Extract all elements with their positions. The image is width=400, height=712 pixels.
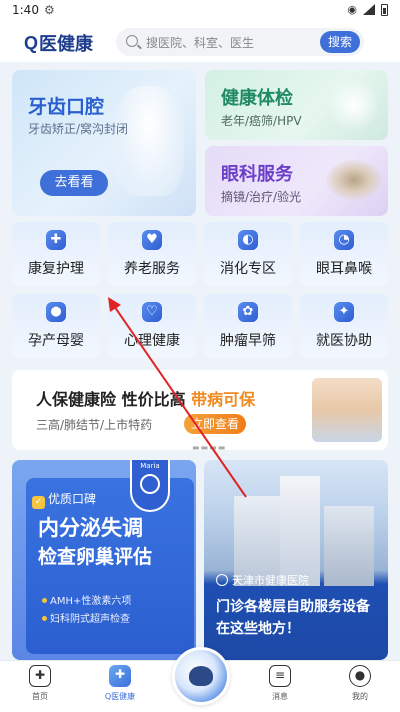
quality-tag-label: 优质口碑 bbox=[48, 492, 97, 506]
carousel-indicator: ▬▬▬▬ bbox=[192, 443, 227, 450]
service-elderly[interactable]: ♥ 养老服务 bbox=[108, 222, 196, 286]
assistant-orb-button[interactable] bbox=[172, 647, 230, 705]
insurance-title-main: 人保健康险 性价比高 bbox=[36, 390, 192, 409]
service-ent[interactable]: ◔ 眼耳鼻喉 bbox=[300, 222, 388, 286]
bullet-dot bbox=[42, 616, 47, 621]
search-bar[interactable]: 搜医院、科室、医生 搜索 bbox=[116, 28, 364, 56]
search-icon bbox=[126, 35, 138, 47]
insurance-subtitle: 三高/肺结节/上市特药 bbox=[36, 418, 153, 432]
badge-logo-icon bbox=[140, 474, 160, 494]
service-label: 孕产母婴 bbox=[28, 333, 84, 349]
badge-text: Maria bbox=[140, 462, 160, 470]
go-see-button[interactable]: 去看看 bbox=[40, 170, 108, 196]
cell-icon: ✿ bbox=[238, 302, 258, 322]
nav-home[interactable]: ✚ 首页 bbox=[10, 665, 70, 702]
insurance-title: 人保健康险 性价比高 带病可保 bbox=[36, 386, 255, 410]
nav-home-label: 首页 bbox=[32, 692, 48, 701]
service-rehab[interactable]: ✚ 康复护理 bbox=[12, 222, 100, 286]
elderly-care-icon: ♥ bbox=[142, 230, 162, 250]
service-oncology[interactable]: ✿ 肿瘤早筛 bbox=[204, 294, 292, 358]
mental-health-icon: ♡ bbox=[142, 302, 162, 322]
nav-q-health[interactable]: ✚ Q医健康 bbox=[90, 665, 150, 702]
bottom-navigation: ✚ 首页 ✚ Q医健康 ≡ 消息 ● 我的 bbox=[0, 647, 400, 712]
eye-icon bbox=[326, 160, 382, 200]
promo-bullet-1: AMH+性激素六项 bbox=[42, 592, 131, 607]
signal-icon bbox=[363, 4, 375, 15]
message-icon: ≡ bbox=[269, 665, 291, 687]
stethoscope-icon bbox=[328, 78, 380, 132]
status-bar: 1:40 ⚙ ◉ bbox=[0, 0, 400, 22]
insurance-title-highlight: 带病可保 bbox=[191, 390, 256, 409]
stomach-icon: ◐ bbox=[238, 230, 258, 250]
dental-subtitle: 牙齿矫正/窝沟封闭 bbox=[28, 122, 129, 136]
checkup-subtitle: 老年/癌筛/HPV bbox=[221, 114, 302, 128]
status-indicators: ◉ bbox=[347, 3, 388, 16]
service-label: 心理健康 bbox=[124, 333, 180, 349]
hospital-name: 天津市健康医院 bbox=[216, 572, 309, 588]
promo-bullet-2-text: 妇科阴式超声检查 bbox=[50, 614, 130, 625]
home-plus-icon: ✚ bbox=[29, 665, 51, 687]
eye-title: 眼科服务 bbox=[221, 164, 293, 185]
service-label: 肿瘤早筛 bbox=[220, 333, 276, 349]
promo-bullet-2: 妇科阴式超声检查 bbox=[42, 610, 130, 625]
promo-bullet-1-text: AMH+性激素六项 bbox=[50, 596, 132, 607]
service-label: 消化专区 bbox=[220, 261, 276, 277]
checkup-card[interactable]: 健康体检 老年/癌筛/HPV bbox=[205, 70, 388, 140]
insurance-banner[interactable]: 人保健康险 性价比高 带病可保 三高/肺结节/上市特药 立即查看 ▬▬▬▬ bbox=[12, 370, 388, 450]
search-button[interactable]: 搜索 bbox=[320, 31, 360, 53]
service-label: 康复护理 bbox=[28, 261, 84, 277]
hospital-name-text: 天津市健康医院 bbox=[232, 574, 309, 587]
service-label: 就医协助 bbox=[316, 333, 372, 349]
dental-title: 牙齿口腔 bbox=[28, 96, 105, 118]
pregnancy-icon: ● bbox=[46, 302, 66, 322]
view-now-button[interactable]: 立即查看 bbox=[184, 414, 246, 434]
app-logo: Q 医健康 bbox=[24, 30, 93, 56]
service-maternity[interactable]: ● 孕产母婴 bbox=[12, 294, 100, 358]
service-label: 养老服务 bbox=[124, 261, 180, 277]
robot-assistant-icon bbox=[189, 666, 213, 686]
settings-status-icon: ⚙ bbox=[44, 3, 55, 17]
hospital-headline-2: 在这些地方！ bbox=[216, 621, 300, 637]
nav-messages[interactable]: ≡ 消息 bbox=[250, 665, 310, 702]
service-digestive[interactable]: ◐ 消化专区 bbox=[204, 222, 292, 286]
hospital-seal-icon bbox=[216, 574, 228, 586]
dental-card[interactable]: 牙齿口腔 牙齿矫正/窝沟封闭 去看看 bbox=[12, 70, 196, 216]
nav-profile-label: 我的 bbox=[352, 692, 368, 701]
eye-card[interactable]: 眼科服务 摘镜/治疗/验光 bbox=[205, 146, 388, 216]
eye-subtitle: 摘镜/治疗/验光 bbox=[221, 190, 302, 204]
nav-q-health-label: Q医健康 bbox=[104, 692, 136, 701]
status-time: 1:40 bbox=[12, 3, 39, 17]
promo-headline-1: 内分泌失调 bbox=[38, 516, 143, 540]
app-header: Q 医健康 搜医院、科室、医生 搜索 bbox=[0, 22, 400, 62]
building-image bbox=[324, 506, 374, 586]
ear-icon: ◔ bbox=[334, 230, 354, 250]
maria-badge: Maria bbox=[130, 460, 170, 512]
endocrine-promo-card[interactable]: Maria ✓ 优质口碑 内分泌失调 检查卵巢评估 AMH+性激素六项 妇科阴式超… bbox=[12, 460, 196, 660]
service-assist[interactable]: ✦ 就医协助 bbox=[300, 294, 388, 358]
location-icon: ◉ bbox=[347, 3, 357, 16]
building-image bbox=[280, 476, 320, 586]
hospital-headline-1: 门诊各楼层自助服务设备 bbox=[216, 599, 370, 615]
service-label: 眼耳鼻喉 bbox=[316, 261, 372, 277]
nav-profile[interactable]: ● 我的 bbox=[330, 665, 390, 702]
handshake-icon: ✦ bbox=[334, 302, 354, 322]
user-icon: ● bbox=[349, 665, 371, 687]
bullet-dot bbox=[42, 598, 47, 603]
quality-tag: ✓ 优质口碑 bbox=[32, 490, 96, 509]
hospital-promo-card[interactable]: 天津市健康医院 门诊各楼层自助服务设备 在这些地方！ bbox=[204, 460, 388, 660]
logo-text: 医健康 bbox=[39, 34, 94, 55]
medical-kit-icon: ✚ bbox=[109, 665, 131, 687]
checkup-title: 健康体检 bbox=[221, 88, 293, 109]
family-photo bbox=[312, 378, 382, 442]
logo-q: Q bbox=[24, 32, 39, 53]
nav-messages-label: 消息 bbox=[272, 692, 288, 701]
search-input[interactable]: 搜医院、科室、医生 bbox=[146, 34, 254, 51]
tooth-icon bbox=[114, 86, 184, 196]
rehab-icon: ✚ bbox=[46, 230, 66, 250]
battery-icon bbox=[381, 3, 388, 16]
promo-headline-2: 检查卵巢评估 bbox=[38, 546, 153, 568]
service-mental[interactable]: ♡ 心理健康 bbox=[108, 294, 196, 358]
shield-check-icon: ✓ bbox=[32, 496, 45, 509]
